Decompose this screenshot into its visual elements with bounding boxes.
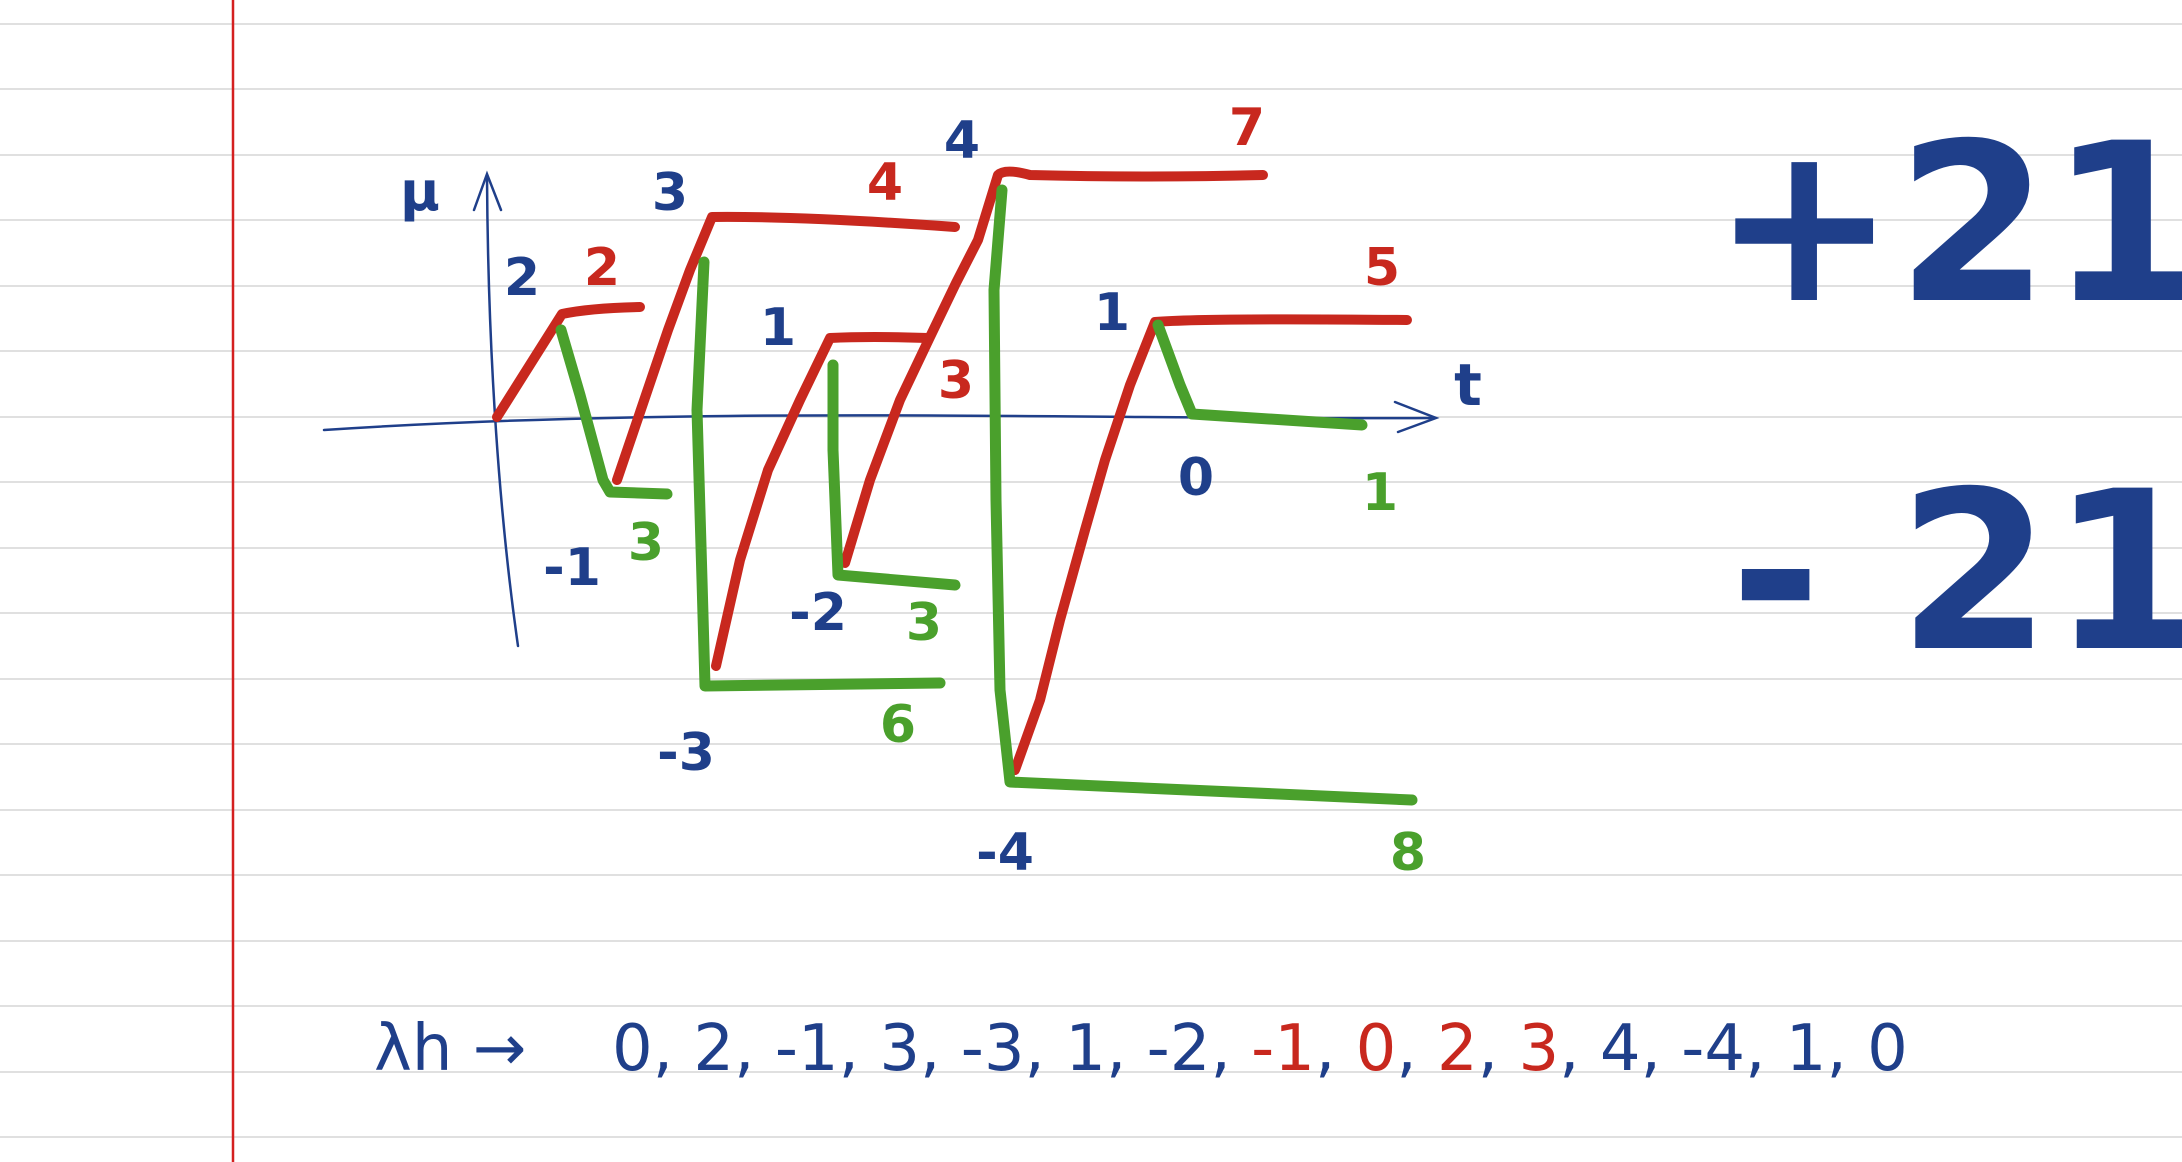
red-label: 2 <box>584 238 620 298</box>
sequence-comma: , <box>1315 1012 1356 1086</box>
blue-label: 0 <box>1178 448 1214 508</box>
sequence-item: 2 <box>1437 1012 1478 1086</box>
sequence-item: -4 <box>1681 1012 1745 1086</box>
sequence-item: 3 <box>879 1012 920 1086</box>
sequence-comma: , <box>1559 1012 1600 1086</box>
blue-label: -3 <box>657 723 715 783</box>
sequence-comma: , <box>653 1012 694 1086</box>
notebook-page: μt247532341 1-1-2-3-4033681 +21 - 21 λh →… <box>0 0 2182 1162</box>
blue-label: -2 <box>789 583 847 643</box>
sequence-comma: , <box>839 1012 880 1086</box>
sequence-item: -1 <box>1251 1012 1315 1086</box>
red-label: 5 <box>1364 238 1400 298</box>
sequence-prefix: λh → <box>374 1012 526 1086</box>
sequence-comma: , <box>1396 1012 1437 1086</box>
red-label: 4 <box>867 153 903 213</box>
sequence-item: -1 <box>775 1012 839 1086</box>
sequence-item: 0 <box>1356 1012 1397 1086</box>
blue-label: 2 <box>504 248 540 308</box>
sequence-item: -2 <box>1147 1012 1211 1086</box>
green-label: 3 <box>628 513 664 573</box>
green-label: 3 <box>906 593 942 653</box>
sequence-item: 4 <box>1600 1012 1641 1086</box>
sequence-comma: , <box>1745 1012 1786 1086</box>
total-plus: +21 <box>1712 96 2182 352</box>
graph-labels: μt247532341 1-1-2-3-4033681 <box>400 98 1482 883</box>
t-axis-label: t <box>1454 351 1482 419</box>
sequence-comma: , <box>1025 1012 1066 1086</box>
sequence-item: 1 <box>1065 1012 1106 1086</box>
blue-label: 3 <box>652 163 688 223</box>
sequence-comma: , <box>1106 1012 1147 1086</box>
blue-label: -4 <box>976 823 1034 883</box>
blue-label: 1 <box>760 298 796 358</box>
mu-axis-label: μ <box>400 160 440 223</box>
sequence-comma: , <box>920 1012 961 1086</box>
red-label: 3 <box>938 351 974 411</box>
sequence-comma: , <box>734 1012 775 1086</box>
blue-label: -1 <box>543 538 601 598</box>
green-label: 1 <box>1362 463 1398 523</box>
sequence-item: 1 <box>1786 1012 1827 1086</box>
sequence-comma: , <box>1210 1012 1251 1086</box>
sequence-item: 0 <box>1867 1012 1908 1086</box>
green-label: 6 <box>880 695 916 755</box>
sequence-values: 0, 2, -1, 3, -3, 1, -2, -1, 0, 2, 3, 4, … <box>612 1012 1908 1086</box>
total-minus: - 21 <box>1730 444 2182 700</box>
red-path <box>492 166 1412 775</box>
sequence-item: 0 <box>612 1012 653 1086</box>
totals: +21 - 21 <box>1712 96 2182 700</box>
green-label: 8 <box>1390 823 1426 883</box>
sequence-item: 2 <box>693 1012 734 1086</box>
sequence-line: λh → 0, 2, -1, 3, -3, 1, -2, -1, 0, 2, 3… <box>374 1012 1908 1086</box>
blue-label: 4 <box>944 111 980 171</box>
sequence-comma: , <box>1826 1012 1867 1086</box>
sequence-item: 3 <box>1518 1012 1559 1086</box>
red-label: 7 <box>1229 98 1265 158</box>
sequence-comma: , <box>1641 1012 1682 1086</box>
blue-label: 1 <box>1094 283 1130 343</box>
sequence-comma: , <box>1478 1012 1519 1086</box>
sequence-item: -3 <box>961 1012 1025 1086</box>
